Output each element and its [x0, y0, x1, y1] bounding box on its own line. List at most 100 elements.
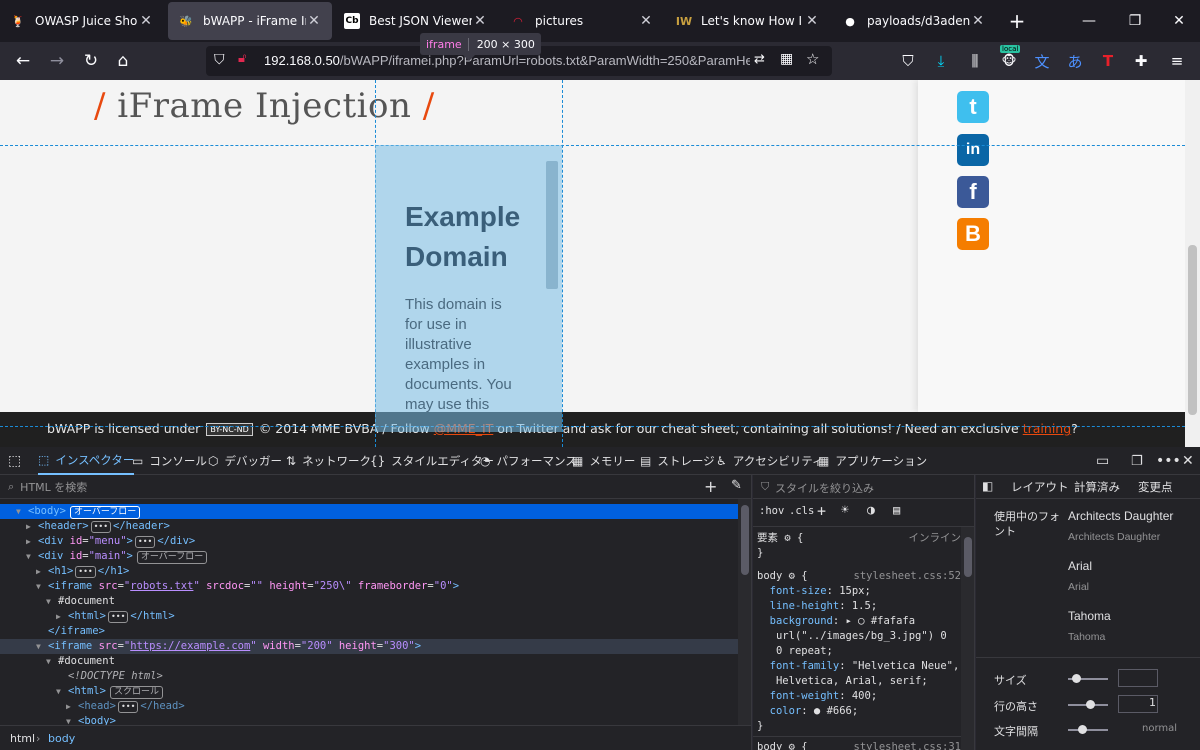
back-button[interactable]: ← [8, 46, 38, 76]
tab-close-icon[interactable]: ✕ [472, 13, 488, 29]
example-iframe[interactable]: Example Domain This domain is for use in… [375, 145, 562, 432]
devtools-tab[interactable]: ◔ パフォーマンス [480, 447, 577, 475]
dark-scheme-icon[interactable]: ◑ [867, 503, 875, 518]
css-rule-line[interactable]: } [757, 546, 961, 561]
devtools-tab[interactable]: {} スタイルエディター [370, 447, 494, 475]
devtools-tab[interactable]: ▤ ストレージ [640, 447, 715, 475]
dock-icon[interactable]: ❐ [1131, 447, 1143, 475]
tracking-shield-icon[interactable]: ⛉ [214, 52, 225, 68]
node-badge[interactable]: オーバーフロー [136, 551, 208, 564]
forward-button[interactable]: → [42, 46, 72, 76]
tab-close-icon[interactable]: ✕ [804, 13, 820, 29]
dom-tree-node[interactable]: ▼ <iframe src="https://example.com" width… [0, 639, 738, 654]
library-icon[interactable]: ⫼ [964, 50, 986, 72]
cc-license-badge[interactable]: BY-NC-ND [206, 423, 253, 436]
page-scroll-thumb[interactable] [1188, 245, 1197, 415]
page-scrollbar[interactable] [1185, 80, 1200, 447]
dom-tree-node[interactable]: ▶ <html> ••• </html> [0, 609, 738, 624]
html-pane-scrollbar[interactable] [738, 499, 751, 725]
translate-icon[interactable]: ⇄ [754, 52, 765, 67]
add-rule-icon[interactable]: + [817, 502, 826, 520]
twitter-icon[interactable]: t [957, 91, 989, 123]
devtools-tab[interactable]: ▦ メモリー [572, 447, 635, 475]
bookmark-star-icon[interactable]: ☆ [806, 50, 819, 68]
minimize-button[interactable]: — [1066, 0, 1112, 42]
translate-ext2-icon[interactable]: あ [1064, 50, 1086, 72]
extension-local-icon[interactable]: local 🐵 [998, 45, 1021, 72]
facebook-icon[interactable]: f [957, 176, 989, 208]
tree-twisty-icon[interactable]: ▼ [36, 579, 44, 594]
light-scheme-icon[interactable]: ☀ [841, 503, 849, 518]
tab-layout[interactable]: レイアウト [1011, 479, 1069, 499]
tab-close-icon[interactable]: ✕ [306, 13, 322, 29]
iframe-scrollbar[interactable] [546, 161, 558, 289]
qr-code-icon[interactable]: ▦ [780, 51, 793, 67]
rules-pane-scroll-thumb[interactable] [964, 537, 972, 577]
rules-pane-scrollbar[interactable] [961, 527, 974, 750]
node-badge[interactable]: スクロール [109, 686, 163, 699]
pocket-icon[interactable]: ⛉ [897, 50, 919, 72]
home-button[interactable]: ⌂ [108, 46, 138, 76]
dom-tree-node[interactable]: ▼ <div id="main"> オーバーフロー [0, 549, 738, 564]
browser-tab[interactable]: ● payloads/d3adend.org✕ [832, 2, 996, 40]
letter-spacing-slider-knob[interactable] [1078, 725, 1087, 734]
css-rule-line[interactable]: font-family: "Helvetica Neue", [757, 659, 961, 674]
devtools-tab[interactable]: ▭ コンソール [132, 447, 207, 475]
css-rule-line[interactable]: Helvetica, Arial, serif; [757, 674, 961, 689]
tree-twisty-icon[interactable]: ▼ [56, 684, 64, 699]
tree-twisty-icon[interactable]: ▶ [66, 699, 74, 714]
devtools-tab[interactable]: ▦ アプリケーション [818, 447, 927, 475]
dom-tree-node[interactable]: ▶ <h1> ••• </h1> [0, 564, 738, 579]
css-rule-line[interactable]: body ⚙ {stylesheet.css:52 [757, 569, 961, 584]
css-rule-line[interactable]: color: ● #666; [757, 704, 961, 719]
add-node-icon[interactable]: + [704, 477, 717, 496]
eyedropper-icon[interactable]: ✎ [731, 478, 742, 493]
dom-tree-node[interactable]: ▼ <iframe src="robots.txt" srcdoc="" heig… [0, 579, 738, 594]
translate-ext-icon[interactable]: 文 [1031, 50, 1053, 72]
tree-twisty-icon[interactable]: ▼ [36, 639, 44, 654]
css-rule-line[interactable]: font-size: 15px; [757, 584, 961, 599]
line-height-slider-knob[interactable] [1086, 700, 1095, 709]
html-pane-scroll-thumb[interactable] [741, 505, 749, 575]
menu-icon[interactable]: ≡ [1166, 50, 1188, 72]
css-rule-line[interactable]: line-height: 1.5; [757, 599, 961, 614]
dom-tree-node[interactable]: ▼ #document [0, 594, 738, 609]
element-picker-icon[interactable]: ⬚ [8, 447, 21, 475]
downloads-icon[interactable]: ⤓ [930, 50, 952, 72]
maximize-button[interactable]: ❐ [1112, 0, 1158, 42]
tree-twisty-icon[interactable]: ▶ [56, 609, 64, 624]
reload-button[interactable]: ↻ [76, 46, 106, 76]
css-rule-line[interactable]: 要素 ⚙ {インライン [757, 531, 961, 546]
css-rule-line[interactable]: url("../images/bg_3.jpg") 0 [757, 629, 961, 644]
sidebar-toggle-icon[interactable]: ◧ [982, 479, 993, 493]
devtools-tab[interactable]: ⬡ デバッガー [208, 447, 282, 475]
line-height-slider[interactable] [1068, 700, 1108, 709]
browser-tab[interactable]: IW Let's know How I have✕ [666, 2, 830, 40]
tree-twisty-icon[interactable]: ▼ [26, 549, 34, 564]
tree-twisty-icon[interactable]: ▼ [16, 504, 24, 519]
text-ext-icon[interactable]: T [1097, 50, 1119, 72]
browser-tab[interactable]: 🍹 OWASP Juice Shop ✕ [0, 2, 164, 40]
devtools-menu-icon[interactable]: ••• [1156, 447, 1181, 475]
size-slider[interactable] [1068, 674, 1108, 683]
breadcrumb-html[interactable]: html [10, 732, 35, 745]
linkedin-icon[interactable]: in [957, 134, 989, 166]
new-tab-button[interactable]: + [994, 0, 1040, 42]
tree-twisty-icon[interactable]: ▶ [36, 564, 44, 579]
close-window-button[interactable]: ✕ [1156, 0, 1200, 42]
tab-close-icon[interactable]: ✕ [970, 13, 986, 29]
print-media-icon[interactable]: ▤ [893, 503, 900, 517]
dom-tree-node[interactable]: ▼ #document [0, 654, 738, 669]
cls-toggle[interactable]: .cls [789, 505, 814, 517]
extensions-icon[interactable]: ✚ [1130, 50, 1152, 72]
responsive-mode-icon[interactable]: ▭ [1096, 447, 1109, 475]
dom-tree-node[interactable]: ▶ <header> ••• </header> [0, 519, 738, 534]
dom-tree-node[interactable]: </iframe> [0, 624, 738, 639]
css-rule-line[interactable]: } [757, 719, 961, 734]
rules-filter-bar[interactable]: ⛉ スタイルを絞り込み [753, 475, 974, 499]
letter-spacing-slider[interactable] [1068, 725, 1108, 734]
insecure-lock-icon[interactable]: 🔓︎ [238, 51, 246, 66]
html-search-input[interactable]: ⌕ HTML を検索 [8, 479, 688, 495]
hov-toggle[interactable]: :hov [759, 505, 784, 517]
css-rule-line[interactable]: font-weight: 400; [757, 689, 961, 704]
